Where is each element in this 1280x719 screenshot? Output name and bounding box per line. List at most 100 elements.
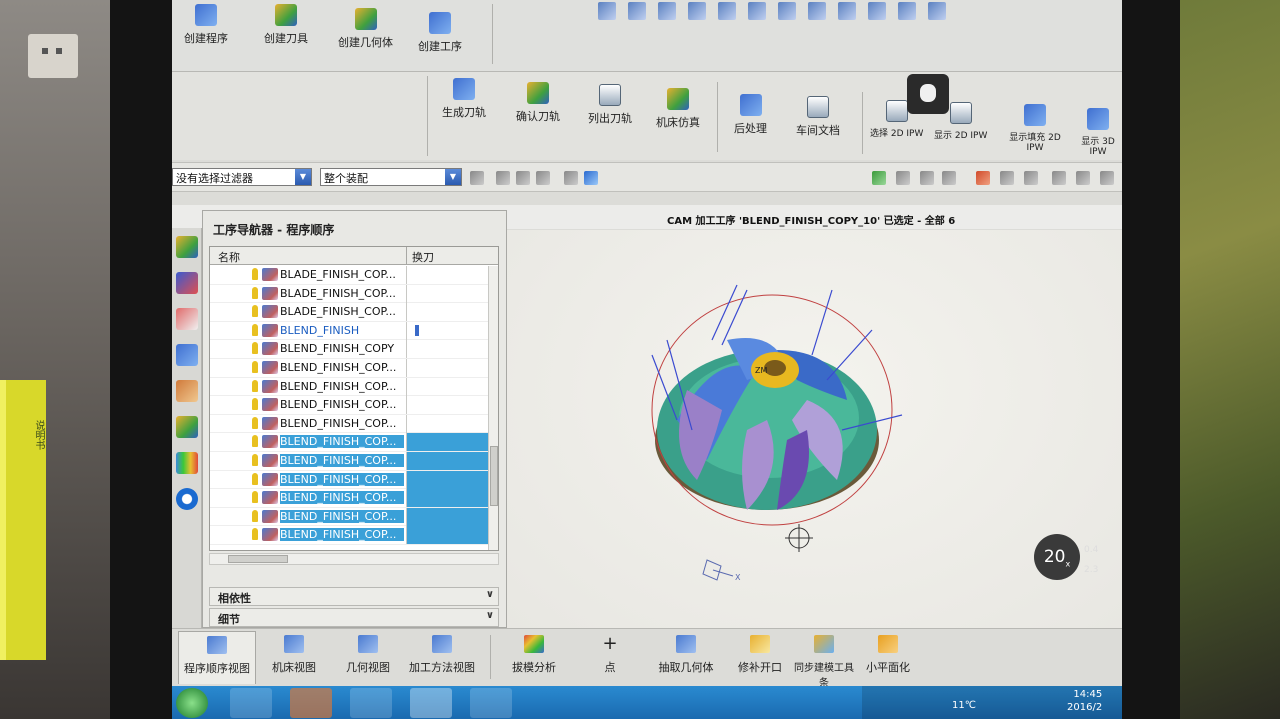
create-operation-button[interactable]: 创建工序 [418, 12, 462, 54]
render-icon[interactable] [658, 2, 676, 20]
snap-icon[interactable] [496, 171, 510, 185]
type-filter-dropdown[interactable]: 没有选择过滤器 ▼ [172, 168, 312, 186]
horizontal-scrollbar[interactable] [209, 553, 499, 565]
tool-change-cell [406, 451, 488, 470]
grid-icon[interactable] [868, 2, 886, 20]
generate-toolpath-button[interactable]: 生成刀轨 [442, 78, 486, 120]
table-row[interactable]: BLEND_FINISH_COP... [210, 414, 488, 434]
scroll-thumb[interactable] [228, 555, 288, 563]
history-icon[interactable] [176, 452, 198, 474]
table-row[interactable]: BLEND_FINISH_COP... [210, 396, 488, 415]
shop-document-button[interactable]: 车间文档 [796, 96, 840, 138]
show-3d-ipw-button[interactable]: 显示 3D IPW [1074, 108, 1122, 157]
filter-reset-icon[interactable] [470, 171, 484, 185]
measure-icon[interactable] [808, 2, 826, 20]
details-section[interactable]: 细节 ∨ [209, 608, 499, 627]
scroll-thumb[interactable] [490, 446, 498, 506]
shade-icon[interactable] [688, 2, 706, 20]
table-row[interactable]: BLEND_FINISH_COPY [210, 340, 488, 359]
section-icon[interactable] [748, 2, 766, 20]
table-row[interactable]: BLEND_FINISH_COP... [210, 489, 488, 508]
clock-icon[interactable] [1100, 171, 1114, 185]
flag-icon[interactable] [976, 171, 990, 185]
table-row[interactable]: BLADE_FINISH_COP... [210, 284, 488, 304]
view-orient-icon[interactable] [564, 171, 578, 185]
column-header-name[interactable]: 名称 [218, 249, 240, 265]
table-row[interactable]: BLEND_FINISH_COP... [210, 358, 488, 378]
table-row[interactable]: BLEND_FINISH_COP... [210, 377, 488, 397]
table-row[interactable]: BLEND_FINISH_COP... [210, 507, 488, 527]
graphics-viewport[interactable]: ZM X [507, 230, 1122, 628]
patch-openings-button[interactable]: 修补开口 [736, 635, 784, 675]
tools-icon[interactable] [1076, 171, 1090, 185]
extract-geometry-button[interactable]: 抽取几何体 [658, 635, 714, 675]
show-filled-2d-ipw-button[interactable]: 显示填充 2D IPW [1004, 104, 1066, 153]
scope-dropdown[interactable]: 整个装配 ▼ [320, 168, 462, 186]
table-row[interactable]: BLADE_FINISH_COP... [210, 266, 488, 285]
table-row[interactable]: BLEND_FINISH_COP... [210, 433, 488, 452]
synchronous-modeling-button[interactable]: 同步建模工具条 [794, 635, 854, 689]
fit-icon[interactable] [628, 2, 646, 20]
tab-machine-view[interactable]: 机床视图 [266, 635, 322, 675]
snap-point-icon[interactable] [516, 171, 530, 185]
table-row[interactable]: BLEND_FINISH_COP... [210, 526, 488, 545]
check-icon[interactable] [872, 171, 886, 185]
tab-method-view[interactable]: 加工方法视图 [406, 635, 478, 675]
orient-icon[interactable] [838, 2, 856, 20]
taskbar-app-ie[interactable] [230, 688, 272, 718]
list-toolpath-button[interactable]: 列出刀轨 [588, 84, 632, 126]
chevron-down-icon[interactable]: ▼ [295, 169, 311, 185]
box-icon[interactable] [718, 2, 736, 20]
create-tool-button[interactable]: 创建刀具 [264, 4, 308, 46]
reuse-library-icon[interactable] [176, 416, 198, 438]
tab-program-order-view[interactable]: 程序顺序视图 [178, 631, 256, 684]
postprocess-button[interactable]: 后处理 [734, 94, 767, 136]
weather-temperature[interactable]: 11℃ [952, 700, 976, 711]
crosshair-cursor [785, 524, 813, 552]
chevron-down-icon[interactable]: ∨ [486, 610, 494, 621]
more-icon[interactable] [928, 2, 946, 20]
chart-icon[interactable] [1052, 171, 1066, 185]
web-browser-icon[interactable] [176, 488, 198, 510]
point-button[interactable]: + 点 [592, 635, 628, 675]
taskbar-app-explorer[interactable] [350, 688, 392, 718]
table-row[interactable]: BLEND_FINISH_COP... [210, 470, 488, 490]
constraint-navigator-icon[interactable] [176, 272, 198, 294]
taskbar-app-browser[interactable] [290, 688, 332, 718]
start-button[interactable] [176, 688, 208, 718]
view-icon[interactable] [598, 2, 616, 20]
layer-icon[interactable] [778, 2, 796, 20]
copy-icon[interactable] [1024, 171, 1038, 185]
table-icon[interactable] [942, 171, 956, 185]
taskbar-app-nx[interactable] [410, 688, 452, 718]
part-navigator-icon[interactable] [176, 308, 198, 330]
clock[interactable]: 14:45 2016/2 [1067, 688, 1102, 714]
chevron-down-icon[interactable]: ∨ [486, 589, 494, 600]
facetize-button[interactable]: 小平面化 [866, 635, 910, 675]
doc-icon[interactable] [1000, 171, 1014, 185]
cube-icon[interactable] [584, 171, 598, 185]
tab-geometry-view[interactable]: 几何视图 [340, 635, 396, 675]
table-row[interactable]: BLEND_FINISH [210, 321, 488, 341]
draft-analysis-button[interactable]: 拔模分析 [506, 635, 562, 675]
program-order-view-icon [207, 636, 227, 654]
machine-simulation-button[interactable]: 机床仿真 [656, 88, 700, 130]
dependencies-section[interactable]: 相依性 ∨ [209, 587, 499, 606]
vertical-scrollbar[interactable] [488, 266, 498, 550]
column-header-tool-change[interactable]: 换刀 [412, 249, 434, 265]
table-row[interactable]: BLEND_FINISH_COP... [210, 451, 488, 471]
assembly-navigator-icon[interactable] [176, 236, 198, 258]
status-pin-icon [252, 360, 258, 373]
chevron-down-icon[interactable]: ▼ [445, 169, 461, 185]
machine-navigator-icon[interactable] [176, 380, 198, 402]
taskbar-app-image[interactable] [470, 688, 512, 718]
create-program-button[interactable]: 创建程序 [184, 4, 228, 46]
list-icon[interactable] [920, 171, 934, 185]
verify-toolpath-button[interactable]: 确认刀轨 [516, 82, 560, 124]
create-geometry-button[interactable]: 创建几何体 [338, 8, 393, 50]
ruler-icon[interactable] [898, 2, 916, 20]
operation-navigator-icon[interactable] [176, 344, 198, 366]
table-row[interactable]: BLADE_FINISH_COP... [210, 303, 488, 322]
report-icon[interactable] [896, 171, 910, 185]
snap-end-icon[interactable] [536, 171, 550, 185]
